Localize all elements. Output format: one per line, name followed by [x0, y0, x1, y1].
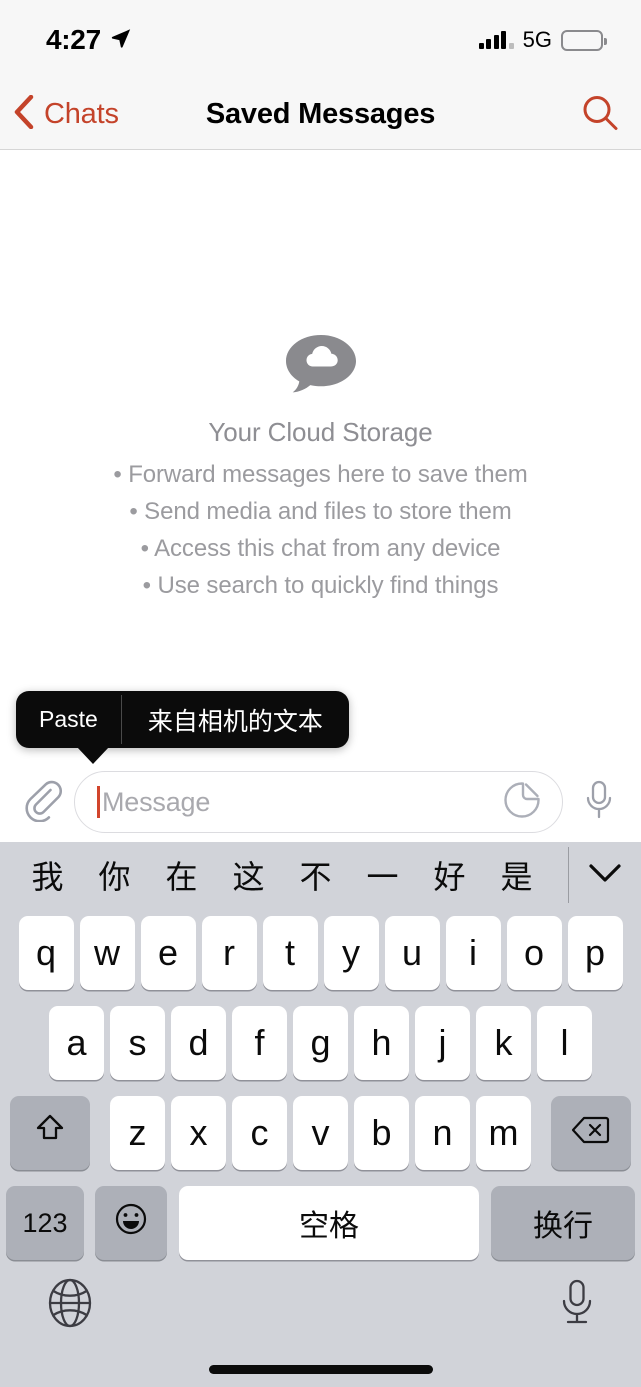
keyboard-row-2: a s d f g h j k l — [0, 998, 641, 1088]
key-p[interactable]: p — [567, 916, 623, 990]
backspace-icon — [571, 1112, 611, 1154]
expand-suggestions-button[interactable] — [569, 862, 641, 889]
status-bar: 4:27 5G — [0, 0, 641, 80]
key-f[interactable]: f — [232, 1006, 287, 1080]
smiley-face-icon — [114, 1202, 148, 1245]
empty-state-list: • Forward messages here to save them • S… — [113, 461, 527, 600]
empty-state-title: Your Cloud Storage — [208, 417, 433, 447]
list-item: • Access this chat from any device — [140, 535, 501, 562]
key-s[interactable]: s — [110, 1006, 165, 1080]
key-o[interactable]: o — [506, 916, 562, 990]
globe-key[interactable] — [46, 1277, 94, 1334]
suggestion-list: 我 你 在 这 不 一 好 是 我 — [0, 852, 569, 898]
key-e[interactable]: e — [140, 916, 196, 990]
attach-button[interactable] — [14, 778, 70, 827]
dictation-key[interactable] — [559, 1277, 595, 1334]
key-x[interactable]: x — [171, 1096, 226, 1170]
globe-icon — [46, 1277, 94, 1334]
suggestion-item[interactable]: 一 — [349, 852, 416, 898]
suggestion-item[interactable]: 在 — [148, 852, 215, 898]
paste-menu-item[interactable]: Paste — [16, 691, 121, 748]
message-input-bar: Message — [0, 762, 641, 842]
shift-arrow-icon — [33, 1112, 67, 1155]
suggestion-item[interactable]: 是 — [483, 852, 550, 898]
suggestion-item[interactable]: 好 — [416, 852, 483, 898]
key-r[interactable]: r — [201, 916, 257, 990]
status-bar-left: 4:27 — [46, 24, 132, 56]
sticker-button[interactable] — [502, 780, 542, 825]
status-time: 4:27 — [46, 24, 101, 55]
keyboard-row-4: 123 空格 换行 — [0, 1178, 641, 1268]
voice-message-button[interactable] — [571, 778, 627, 827]
key-l[interactable]: l — [537, 1006, 592, 1080]
suggestion-item[interactable]: 不 — [282, 852, 349, 898]
key-n[interactable]: n — [415, 1096, 470, 1170]
key-c[interactable]: c — [232, 1096, 287, 1170]
key-i[interactable]: i — [445, 916, 501, 990]
keyboard: 我 你 在 这 不 一 好 是 我 q w e r t y u i o p a … — [0, 842, 641, 1387]
key-t[interactable]: t — [262, 916, 318, 990]
backspace-key[interactable] — [551, 1096, 631, 1170]
key-m[interactable]: m — [476, 1096, 531, 1170]
chat-area: Your Cloud Storage • Forward messages he… — [0, 150, 641, 762]
key-j[interactable]: j — [415, 1006, 470, 1080]
paste-context-menu: Paste 来自相机的文本 — [16, 691, 349, 764]
search-icon — [581, 93, 619, 136]
return-key[interactable]: 换行 — [491, 1186, 635, 1260]
status-bar-right: 5G — [478, 27, 607, 53]
battery-low-icon — [561, 29, 607, 51]
search-button[interactable] — [581, 93, 619, 136]
cloud-chat-bubble-icon — [284, 333, 358, 400]
key-q[interactable]: q — [18, 916, 74, 990]
message-placeholder: Message — [102, 786, 211, 817]
location-arrow-icon — [110, 27, 132, 54]
back-button[interactable]: Chats — [0, 94, 119, 134]
text-cursor — [97, 786, 100, 818]
paperclip-icon — [22, 778, 62, 827]
home-indicator — [208, 1365, 433, 1374]
key-b[interactable]: b — [354, 1096, 409, 1170]
emoji-key[interactable] — [95, 1186, 167, 1260]
microphone-icon — [582, 778, 616, 827]
chevron-left-icon — [14, 94, 34, 134]
chevron-down-icon — [588, 862, 622, 889]
microphone-icon — [559, 1277, 595, 1334]
suggestion-divider — [568, 847, 569, 903]
sticker-icon — [502, 780, 542, 825]
suggestion-item[interactable]: 这 — [215, 852, 282, 898]
list-item: • Use search to quickly find things — [142, 572, 499, 599]
key-w[interactable]: w — [79, 916, 135, 990]
keyboard-row-3: z x c v b n m — [0, 1088, 641, 1178]
list-item: • Forward messages here to save them — [113, 461, 528, 488]
scan-text-menu-item[interactable]: 来自相机的文本 — [122, 691, 349, 748]
key-d[interactable]: d — [171, 1006, 226, 1080]
key-z[interactable]: z — [110, 1096, 165, 1170]
key-g[interactable]: g — [293, 1006, 348, 1080]
back-button-label: Chats — [44, 98, 119, 130]
signal-bars-icon — [478, 31, 514, 49]
key-a[interactable]: a — [49, 1006, 104, 1080]
suggestion-item[interactable]: 我 — [14, 852, 81, 898]
suggestion-bar: 我 你 在 这 不 一 好 是 我 — [0, 842, 641, 908]
menu-pointer-arrow — [77, 747, 109, 764]
key-h[interactable]: h — [354, 1006, 409, 1080]
numbers-key[interactable]: 123 — [6, 1186, 84, 1260]
key-k[interactable]: k — [476, 1006, 531, 1080]
key-y[interactable]: y — [323, 916, 379, 990]
suggestion-item[interactable]: 我 — [550, 852, 569, 898]
message-input-field[interactable]: Message — [74, 771, 563, 833]
keyboard-bottom-bar — [0, 1268, 641, 1342]
navigation-bar: Chats Saved Messages — [0, 80, 641, 150]
list-item: • Send media and files to store them — [129, 498, 512, 525]
shift-key[interactable] — [10, 1096, 90, 1170]
keyboard-row-1: q w e r t y u i o p — [0, 908, 641, 998]
key-v[interactable]: v — [293, 1096, 348, 1170]
space-key[interactable]: 空格 — [179, 1186, 479, 1260]
suggestion-item[interactable]: 你 — [81, 852, 148, 898]
key-u[interactable]: u — [384, 916, 440, 990]
network-label: 5G — [522, 27, 552, 52]
